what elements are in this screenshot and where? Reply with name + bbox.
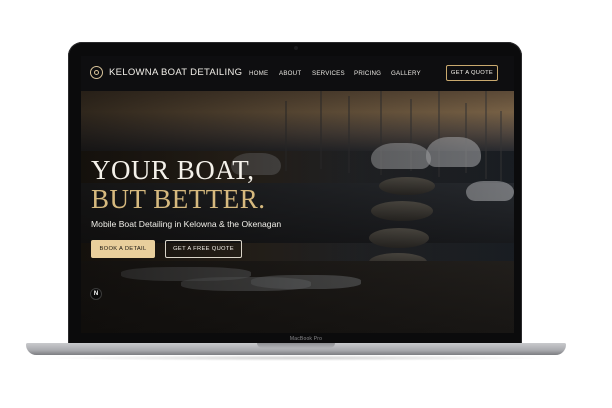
compass-ring-icon xyxy=(90,66,103,79)
book-a-detail-button[interactable]: BOOK A DETAIL xyxy=(91,240,155,258)
get-a-quote-button[interactable]: GET A QUOTE xyxy=(446,65,498,81)
laptop-screen: KELOWNA BOAT DETAILING HOME ABOUT SERVIC… xyxy=(81,56,514,333)
hero-headline-line1: YOUR BOAT, xyxy=(91,155,255,185)
nav-pricing[interactable]: PRICING xyxy=(354,70,381,77)
hero-headline-line2: BUT BETTER. xyxy=(91,184,266,214)
hero-subtitle: Mobile Boat Detailing in Kelowna & the O… xyxy=(91,219,282,229)
camera-dot xyxy=(294,46,298,50)
nav-gallery[interactable]: GALLERY xyxy=(391,70,421,77)
brand-name[interactable]: KELOWNA BOAT DETAILING xyxy=(109,67,242,78)
laptop-base-notch xyxy=(257,343,335,348)
nav-home[interactable]: HOME xyxy=(249,70,268,77)
get-free-quote-button[interactable]: GET A FREE QUOTE xyxy=(165,240,242,258)
n-badge-icon[interactable]: N xyxy=(90,288,102,300)
device-model-label: MacBook Pro xyxy=(289,336,323,342)
nav-services[interactable]: SERVICES xyxy=(312,70,345,77)
site-header: KELOWNA BOAT DETAILING HOME ABOUT SERVIC… xyxy=(81,56,514,91)
hero-section: YOUR BOAT, BUT BETTER. Mobile Boat Detai… xyxy=(81,91,514,333)
laptop-shadow xyxy=(40,355,552,361)
nav-about[interactable]: ABOUT xyxy=(279,70,301,77)
